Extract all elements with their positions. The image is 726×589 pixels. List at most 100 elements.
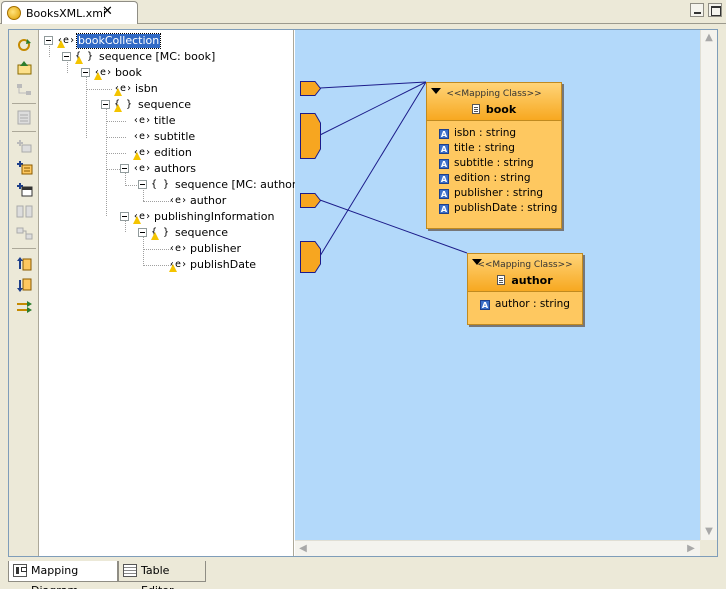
merge-disabled-icon [16, 226, 33, 241]
mapping-port-book[interactable] [300, 113, 322, 159]
element-icon: ‹e› [114, 81, 132, 97]
attribute-icon: A [439, 174, 449, 184]
collapse-toggle-icon[interactable] [101, 100, 110, 109]
element-icon: ‹e› [133, 163, 152, 174]
element-icon: ‹e› [169, 257, 187, 273]
sequence-icon: { } [114, 97, 132, 113]
document-tree[interactable]: ‹e› bookCollection{ } sequence [MC: book] ‹… [39, 30, 301, 556]
collapse-toggle-icon[interactable] [44, 36, 53, 45]
element-icon: ‹e› [133, 145, 151, 161]
scroll-corner [700, 540, 717, 556]
attribute-row[interactable]: Atitle : string [439, 141, 561, 156]
scroll-up-icon[interactable]: ▲ [701, 30, 717, 45]
class-header: <<Mapping Class>> book [427, 83, 561, 121]
new-mapping-class-icon[interactable] [16, 160, 33, 175]
collapse-toggle-icon[interactable] [120, 164, 129, 173]
attribute-row[interactable]: ApublishDate : string [439, 201, 561, 216]
tree-node-label: isbn [135, 82, 158, 95]
class-stereotype: <<Mapping Class>> [446, 89, 542, 99]
palette-toolbar [9, 30, 39, 556]
collapse-toggle-icon[interactable] [62, 52, 71, 61]
attribute-row[interactable]: Aauthor : string [480, 297, 582, 312]
table-disabled-icon [16, 110, 33, 125]
attribute-row[interactable]: Asubtitle : string [439, 156, 561, 171]
collapse-toggle-icon[interactable] [138, 180, 147, 189]
element-icon: ‹e› [169, 195, 188, 206]
element-icon: ‹e› [133, 115, 152, 126]
mapping-port-bookcollection[interactable] [300, 81, 322, 97]
page-tabs: Mapping Diagram Table Editor [8, 561, 718, 589]
attribute-row[interactable]: Aedition : string [439, 171, 561, 186]
tree-node-label: title [154, 114, 176, 127]
move-up-icon[interactable] [16, 256, 33, 271]
element-icon: ‹e› [133, 209, 151, 225]
xmi-file-icon [7, 6, 21, 20]
class-stereotype: <<Mapping Class>> [477, 260, 573, 270]
tree-node-label: authors [154, 162, 196, 175]
tree-node-label: publishingInformation [154, 210, 275, 223]
class-name: book [427, 103, 561, 116]
mapping-diagram-icon [13, 564, 27, 577]
tree-node-label: sequence [MC: author] [175, 178, 301, 191]
collapse-toggle-icon[interactable] [138, 228, 147, 237]
move-down-icon[interactable] [16, 278, 33, 293]
minimize-button[interactable] [690, 3, 704, 17]
tab-mapping-diagram[interactable]: Mapping Diagram [8, 561, 118, 589]
mapping-port-authors[interactable] [300, 193, 322, 209]
element-icon: ‹e› [133, 131, 152, 142]
attribute-icon: A [480, 300, 490, 310]
element-icon: ‹e› [94, 65, 112, 81]
collapse-toggle-icon[interactable] [81, 68, 90, 77]
table-editor-icon [123, 564, 137, 577]
tree-node-label: edition [154, 146, 192, 159]
mapping-class-icon [497, 275, 506, 285]
editor-tab-bar: BooksXML.xmi ✕ [0, 0, 726, 24]
scroll-left-icon[interactable]: ◀ [295, 541, 311, 556]
attribute-icon: A [439, 189, 449, 199]
close-icon[interactable]: ✕ [102, 4, 113, 19]
tab-table-editor[interactable]: Table Editor [118, 561, 206, 589]
tree-node-label: sequence [MC: book] [99, 50, 216, 63]
tree-node-label: author [190, 194, 227, 207]
split-disabled-icon [16, 204, 33, 219]
add-attribute-disabled-icon [16, 138, 33, 153]
mapping-class-book[interactable]: <<Mapping Class>> book Aisbn : string At… [426, 82, 562, 229]
refresh-icon[interactable] [16, 38, 33, 53]
up-level-icon[interactable] [16, 60, 33, 75]
attribute-list: Aisbn : string Atitle : string Asubtitle… [427, 121, 561, 216]
tree-node-label: publishDate [190, 258, 257, 271]
attribute-icon: A [439, 204, 449, 214]
attribute-row[interactable]: Aisbn : string [439, 126, 561, 141]
horizontal-scrollbar[interactable]: ◀ ▶ [295, 540, 700, 556]
tree-node-label: sequence [175, 226, 229, 239]
sequence-icon: { } [151, 179, 170, 190]
sequence-icon: { } [151, 225, 169, 241]
sequence-icon: { } [75, 49, 93, 65]
editor-tab-booksxml[interactable]: BooksXML.xmi ✕ [1, 1, 138, 24]
maximize-button[interactable] [708, 3, 722, 17]
class-name: author [468, 274, 582, 287]
attribute-icon: A [439, 129, 449, 139]
element-icon: ‹e› [169, 243, 188, 254]
transform-icon[interactable] [16, 300, 33, 315]
mapping-diagram-canvas[interactable]: <<Mapping Class>> book Aisbn : string At… [295, 30, 700, 540]
tree-node-label: sequence [138, 98, 192, 111]
editor-tab-title: BooksXML.xmi [26, 7, 107, 20]
mapping-class-author[interactable]: <<Mapping Class>> author Aauthor : strin… [467, 253, 583, 325]
vertical-scrollbar[interactable]: ▲ ▼ [700, 30, 717, 540]
tree-node-label: bookCollection [75, 33, 162, 49]
attribute-icon: A [439, 159, 449, 169]
hierarchy-disabled-icon [16, 82, 33, 97]
tree-node-label: subtitle [154, 130, 196, 143]
mapping-port-publishing[interactable] [300, 241, 322, 273]
new-staging-table-icon[interactable] [16, 182, 33, 197]
class-header: <<Mapping Class>> author [468, 254, 582, 292]
element-icon: ‹e› [57, 33, 75, 49]
attribute-row[interactable]: Apublisher : string [439, 186, 561, 201]
collapse-toggle-icon[interactable] [120, 212, 129, 221]
scroll-right-icon[interactable]: ▶ [683, 541, 699, 556]
attribute-icon: A [439, 144, 449, 154]
wire-sequence-book [319, 81, 427, 89]
scroll-down-icon[interactable]: ▼ [701, 524, 717, 539]
tree-node-label: publisher [190, 242, 242, 255]
